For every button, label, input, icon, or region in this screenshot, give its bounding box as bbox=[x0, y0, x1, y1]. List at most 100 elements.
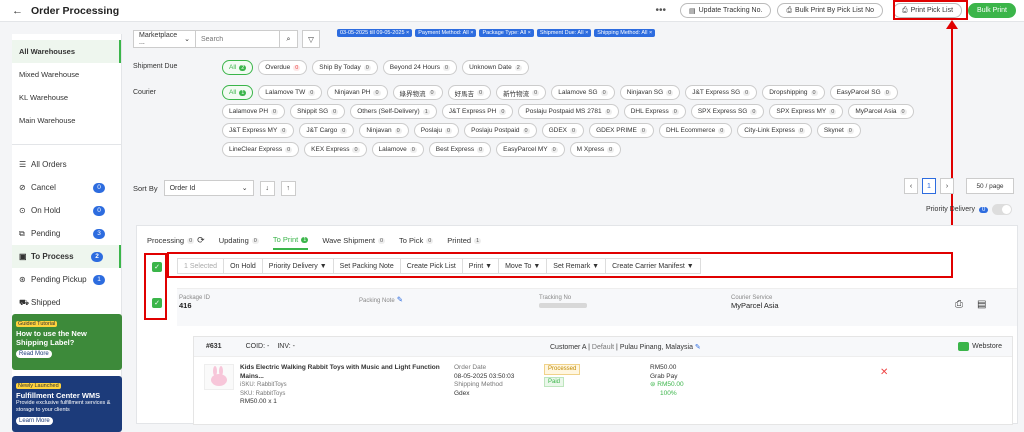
filter-button[interactable]: ▽ bbox=[302, 30, 320, 48]
shipment-due-pill[interactable]: All 2 bbox=[222, 60, 254, 75]
status-pending-pickup[interactable]: ⊛ Pending Pickup 1 bbox=[12, 268, 121, 291]
warehouse-kl[interactable]: KL Warehouse bbox=[12, 86, 121, 109]
edit-icon[interactable]: ✎ bbox=[397, 295, 403, 304]
courier-pill[interactable]: LineClear Express 0 bbox=[222, 142, 300, 157]
edit-icon[interactable]: ✎ bbox=[695, 344, 701, 351]
courier-pill[interactable]: Best Express 0 bbox=[428, 142, 492, 157]
bulk-print-button[interactable]: Bulk Print bbox=[968, 3, 1016, 18]
promo-guided-tutorial[interactable]: Guided Tutorial How to use the New Shipp… bbox=[12, 314, 122, 370]
priority-toggle[interactable] bbox=[992, 204, 1013, 215]
shipment-due-pill[interactable]: Beyond 24 Hours 0 bbox=[382, 60, 458, 75]
tab-to-print[interactable]: To Print 1 bbox=[272, 235, 309, 250]
courier-pill[interactable]: SPX Express MY 0 bbox=[769, 104, 844, 119]
courier-pill[interactable]: City-Link Express 0 bbox=[737, 123, 812, 138]
courier-pill[interactable]: J&T Express SG 0 bbox=[685, 85, 758, 100]
filter-tag[interactable]: Package Type: All × bbox=[479, 29, 534, 37]
print-label-icon[interactable]: ⎙ bbox=[955, 299, 963, 310]
courier-pill[interactable]: 綠界物流 0 bbox=[392, 85, 443, 100]
more-icon[interactable]: ••• bbox=[655, 5, 666, 16]
courier-pill[interactable]: Poslaju Postpaid 0 bbox=[464, 123, 537, 138]
courier-pill[interactable]: Shippit SG 0 bbox=[290, 104, 346, 119]
back-arrow-icon[interactable]: ← bbox=[12, 5, 23, 17]
update-tracking-button[interactable]: ▤ Update Tracking No. bbox=[680, 3, 772, 18]
tab-label: Updating bbox=[218, 236, 249, 245]
status-all-orders[interactable]: ☰ All Orders bbox=[12, 153, 121, 176]
sort-value: Order Id bbox=[169, 184, 196, 192]
read-more-button[interactable]: Read More bbox=[16, 350, 52, 358]
courier-pill[interactable]: Lalamove PH 0 bbox=[222, 104, 286, 119]
count-badge: 0 bbox=[477, 89, 485, 96]
status-to-process[interactable]: ▣ To Process 2 bbox=[12, 245, 121, 268]
warehouse-mixed[interactable]: Mixed Warehouse bbox=[12, 63, 121, 86]
courier-pill[interactable]: All 1 bbox=[222, 85, 254, 100]
status-on-hold[interactable]: ⊙ On Hold 0 bbox=[12, 199, 121, 222]
status-cancel[interactable]: ⊘ Cancel 0 bbox=[12, 176, 121, 199]
close-icon[interactable]: ✕ bbox=[880, 367, 888, 378]
tab-to-pick[interactable]: To Pick 0 bbox=[399, 235, 434, 250]
warehouse-all[interactable]: All Warehouses bbox=[12, 40, 121, 63]
courier-pill[interactable]: Lalamove 0 bbox=[371, 142, 424, 157]
courier-pill[interactable]: Ninjavan PH 0 bbox=[327, 85, 388, 100]
courier-pill[interactable]: Skynet 0 bbox=[816, 123, 861, 138]
page-number[interactable]: 1 bbox=[922, 178, 936, 194]
per-page-select[interactable]: 50 / page bbox=[966, 178, 1014, 194]
filter-tag[interactable]: Payment Method: All × bbox=[415, 29, 477, 37]
tab-wave-shipment[interactable]: Wave Shipment 0 bbox=[322, 235, 386, 250]
count-badge: 0 bbox=[93, 205, 105, 216]
product-name[interactable]: Kids Electric Walking Rabbit Toys with M… bbox=[240, 364, 440, 381]
tab-processing[interactable]: Processing 0 ⟳ bbox=[147, 235, 205, 250]
search-bar: Marketplace ... ⌄ ⌕ ▽ bbox=[133, 30, 320, 48]
tab-updating[interactable]: Updating 0 bbox=[219, 235, 259, 250]
courier-pill[interactable]: Poslaju Postpaid MS 2781 0 bbox=[518, 104, 619, 119]
courier-pill[interactable]: Lalamove TW 0 bbox=[258, 85, 323, 100]
status-shipped[interactable]: ⛟ Shipped bbox=[12, 291, 121, 314]
promo-title: Fulfillment Center WMS bbox=[16, 391, 101, 400]
courier-pill[interactable]: J&T Express MY 0 bbox=[222, 123, 295, 138]
next-page-icon[interactable]: › bbox=[940, 178, 954, 194]
search-input[interactable] bbox=[196, 30, 280, 48]
courier-pill[interactable]: Poslaju 0 bbox=[413, 123, 460, 138]
courier-pill[interactable]: M Xpress 0 bbox=[569, 142, 622, 157]
marketplace-select[interactable]: Marketplace ... ⌄ bbox=[133, 30, 196, 48]
sort-asc-icon[interactable]: ↑ bbox=[280, 180, 296, 196]
courier-pill[interactable]: Dropshipping 0 bbox=[762, 85, 825, 100]
courier-pill[interactable]: MyParcel Asia 0 bbox=[848, 104, 914, 119]
courier-pill[interactable]: EasyParcel MY 0 bbox=[496, 142, 565, 157]
status-pending[interactable]: ⧉ Pending 3 bbox=[12, 222, 121, 245]
courier-pill[interactable]: Lalamove SG 0 bbox=[551, 85, 615, 100]
courier-pill[interactable]: GDEX PRIME 0 bbox=[589, 123, 654, 138]
courier-pill[interactable]: J&T Cargo 0 bbox=[299, 123, 355, 138]
filter-tag[interactable]: Shipment Due: All × bbox=[536, 29, 592, 37]
courier-pill[interactable]: 好馬吉 0 bbox=[447, 85, 492, 100]
courier-pill[interactable]: DHL Ecommerce 0 bbox=[658, 123, 733, 138]
courier-pill[interactable]: J&T Express PH 0 bbox=[441, 104, 514, 119]
count-badge: 0 bbox=[522, 127, 530, 134]
refresh-icon[interactable]: ⟳ bbox=[197, 235, 205, 246]
courier-pill[interactable]: Ninjavan 0 bbox=[359, 123, 409, 138]
sort-desc-icon[interactable]: ↓ bbox=[259, 180, 275, 196]
order-number[interactable]: #631 bbox=[206, 343, 222, 350]
shipment-due-pill[interactable]: Ship By Today 0 bbox=[312, 60, 378, 75]
shipment-due-pill[interactable]: Overdue 0 bbox=[258, 60, 308, 75]
courier-pill[interactable]: DHL Express 0 bbox=[623, 104, 686, 119]
product-image bbox=[204, 364, 234, 390]
courier-pill-label: DHL Express bbox=[630, 108, 669, 115]
document-icon[interactable]: ▤ bbox=[977, 299, 986, 310]
courier-pill[interactable]: EasyParcel SG 0 bbox=[829, 85, 898, 100]
tab-printed[interactable]: Printed 1 bbox=[447, 235, 482, 250]
warehouse-main[interactable]: Main Warehouse bbox=[12, 109, 121, 132]
prev-page-icon[interactable]: ‹ bbox=[904, 178, 918, 194]
sort-select[interactable]: Order Id ⌄ bbox=[163, 180, 254, 196]
filter-tag[interactable]: Shipping Method: All × bbox=[594, 29, 656, 37]
courier-pill[interactable]: KEX Express 0 bbox=[304, 142, 367, 157]
shipment-due-pill[interactable]: Unknown Date 2 bbox=[462, 60, 529, 75]
courier-pill[interactable]: Others (Self-Delivery) 1 bbox=[350, 104, 437, 119]
courier-pill[interactable]: GDEX 0 bbox=[541, 123, 585, 138]
shipment-due-label: Shipment Due bbox=[133, 63, 178, 70]
courier-pill[interactable]: SPX Express SG 0 bbox=[690, 104, 765, 119]
bulk-print-pick-list-button[interactable]: ⎙ Bulk Print By Pick List No bbox=[777, 3, 884, 18]
courier-pill[interactable]: 新竹物流 0 bbox=[496, 85, 547, 100]
search-button[interactable]: ⌕ bbox=[280, 30, 298, 48]
filter-tag[interactable]: 03-05-2025 till 09-05-2025 × bbox=[337, 29, 413, 37]
courier-pill[interactable]: Ninjavan SG 0 bbox=[619, 85, 681, 100]
